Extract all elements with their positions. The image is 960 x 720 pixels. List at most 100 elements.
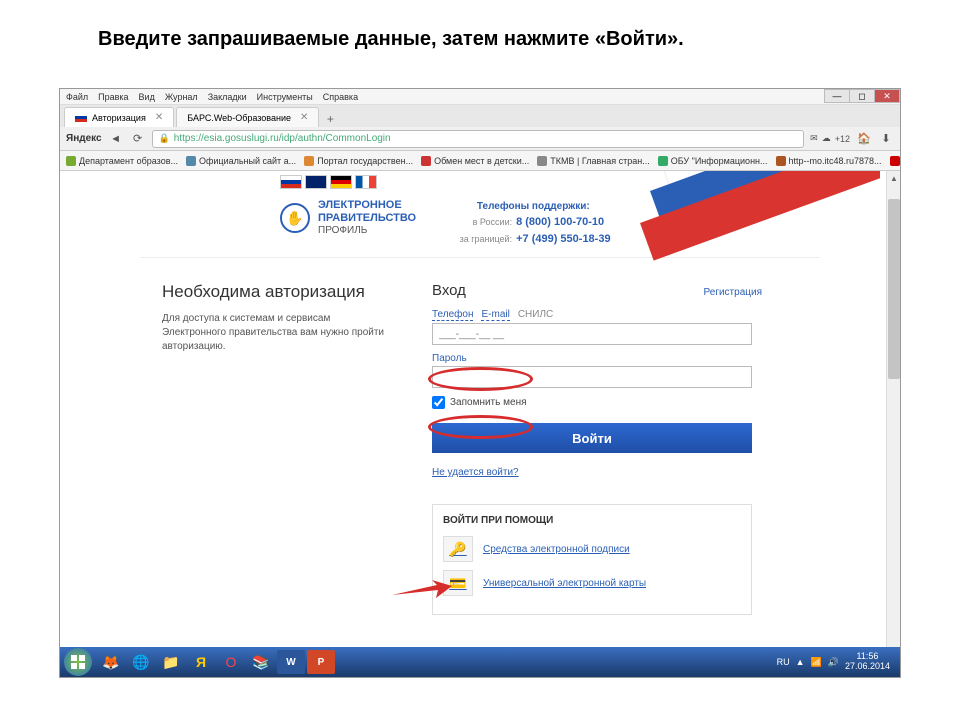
remember-input[interactable] (432, 396, 445, 409)
lang-de[interactable] (330, 175, 352, 189)
opera-icon[interactable]: O (217, 650, 245, 674)
password-label: Пароль (432, 353, 762, 364)
winrar-icon[interactable]: 📚 (247, 650, 275, 674)
alt-title: ВОЙТИ ПРИ ПОМОЩИ (443, 515, 741, 526)
bookmark-item[interactable]: http--mo.itc48.ru7878... (776, 156, 882, 166)
bookmark-icon (421, 156, 431, 166)
tray-clock[interactable]: 11:56 27.06.2014 (845, 652, 890, 672)
system-tray: RU ▲ 📶 🔊 11:56 27.06.2014 (777, 652, 896, 672)
tab-close-icon[interactable]: ✕ (155, 112, 163, 123)
explorer-icon[interactable]: 📁 (157, 650, 185, 674)
tab-authorization[interactable]: Авторизация ✕ (64, 107, 174, 127)
phones-title: Телефоны поддержки: (456, 199, 610, 214)
word-icon[interactable]: W (277, 650, 305, 674)
weather-widget[interactable]: ✉ ☁ +12 (810, 133, 850, 144)
url-input[interactable]: 🔒 https://esia.gosuslugi.ru/idp/authn/Co… (152, 130, 805, 148)
alt-login-panel: ВОЙТИ ПРИ ПОМОЩИ 🔑 Средства электронной … (432, 504, 752, 615)
bookmark-icon (186, 156, 196, 166)
menu-file[interactable]: Файл (66, 92, 88, 102)
back-button[interactable]: ◄ (108, 131, 124, 147)
firefox-icon[interactable]: 🦊 (97, 650, 125, 674)
flag-ru-icon (75, 113, 87, 122)
page-content: ✋ ЭЛЕКТРОННОЕ ПРАВИТЕЛЬСТВО ПРОФИЛЬ Теле… (60, 171, 900, 677)
browser-tabs: Авторизация ✕ БАРС.Web-Образование ✕ + (60, 105, 900, 127)
bookmark-icon (890, 156, 900, 166)
bookmark-item[interactable]: Обмен мест в детски... (421, 156, 529, 166)
powerpoint-icon[interactable]: P (307, 650, 335, 674)
alt-item-card[interactable]: 💳 Универсальной электронной карты (443, 570, 741, 596)
login-title: Вход (432, 282, 466, 299)
bookmark-icon (537, 156, 547, 166)
auth-title: Необходима авторизация (162, 282, 392, 302)
remember-checkbox[interactable]: Запомнить меня (432, 396, 762, 409)
logo-line1: ЭЛЕКТРОННОЕ (318, 199, 402, 211)
tray-lang[interactable]: RU (777, 657, 790, 667)
menu-tools[interactable]: Инструменты (257, 92, 313, 102)
bookmark-icon (658, 156, 668, 166)
tray-sound-icon[interactable]: 🔊 (828, 657, 839, 668)
lang-fr[interactable] (355, 175, 377, 189)
red-arrow-annotation (392, 580, 452, 600)
new-tab-button[interactable]: + (321, 111, 339, 127)
bookmark-item[interactable]: Департамент образов... (66, 156, 178, 166)
yandex-label[interactable]: Яндекс (66, 133, 102, 144)
maximize-button[interactable]: ◻ (849, 89, 875, 103)
window-controls: — ◻ ✕ (825, 89, 900, 105)
bookmark-item[interactable]: Официальный сайт а... (186, 156, 296, 166)
url-text: https://esia.gosuslugi.ru/idp/authn/Comm… (174, 133, 391, 144)
register-link[interactable]: Регистрация (704, 287, 762, 298)
auth-desc: Для доступа к системам и сервисам Электр… (162, 312, 392, 354)
bookmarks-bar: Департамент образов... Официальный сайт … (60, 151, 900, 171)
tab-email[interactable]: E-mail (481, 309, 509, 321)
login-button[interactable]: Войти (432, 423, 752, 453)
logo-line3: ПРОФИЛЬ (318, 225, 367, 236)
cant-login-link[interactable]: Не удается войти? (432, 467, 519, 478)
bookmark-item[interactable]: Портал государствен... (304, 156, 413, 166)
lang-ru[interactable] (280, 175, 302, 189)
addressbar: Яндекс ◄ ⟳ 🔒 https://esia.gosuslugi.ru/i… (60, 127, 900, 151)
bookmark-icon (776, 156, 786, 166)
tray-arrow-icon[interactable]: ▲ (796, 657, 805, 667)
scroll-up-icon[interactable]: ▲ (887, 171, 901, 185)
main-content: Необходима авторизация Для доступа к сис… (140, 258, 820, 615)
login-form: Вход Регистрация Телефон E-mail СНИЛС Па… (432, 282, 762, 615)
cloud-icon: ☁ (822, 133, 831, 144)
reload-button[interactable]: ⟳ (130, 131, 146, 147)
taskbar: 🦊 🌐 📁 Я O 📚 W P RU ▲ 📶 🔊 11:56 27.06.201… (60, 647, 900, 677)
tab-phone[interactable]: Телефон (432, 309, 473, 321)
lang-en[interactable] (305, 175, 327, 189)
support-phones: Телефоны поддержки: в России:8 (800) 100… (456, 199, 610, 247)
menu-view[interactable]: Вид (139, 92, 155, 102)
bookmark-icon (304, 156, 314, 166)
tab-label: БАРС.Web-Образование (187, 113, 291, 123)
minimize-button[interactable]: — (824, 89, 850, 103)
tab-close-icon[interactable]: ✕ (300, 112, 308, 123)
bookmark-item[interactable]: YouTube (890, 156, 900, 166)
menu-edit[interactable]: Правка (98, 92, 128, 102)
menu-help[interactable]: Справка (323, 92, 358, 102)
tray-network-icon[interactable]: 📶 (811, 657, 822, 668)
mail-icon: ✉ (810, 133, 818, 144)
phone-input[interactable] (432, 323, 752, 345)
start-button[interactable] (64, 648, 92, 676)
tab-snils[interactable]: СНИЛС (518, 309, 553, 321)
bookmark-item[interactable]: ОБУ "Информационн... (658, 156, 768, 166)
home-button[interactable]: 🏠 (856, 131, 872, 147)
download-icon[interactable]: ⬇ (878, 131, 894, 147)
logo-icon: ✋ (280, 203, 310, 233)
alt-item-eds[interactable]: 🔑 Средства электронной подписи (443, 536, 741, 562)
instruction-text: Введите запрашиваемые данные, затем нажм… (0, 0, 960, 51)
close-button[interactable]: ✕ (874, 89, 900, 103)
menubar: Файл Правка Вид Журнал Закладки Инструме… (60, 89, 900, 105)
password-input[interactable] (432, 366, 752, 388)
flag-ribbon-decoration (620, 171, 880, 291)
bookmark-icon (66, 156, 76, 166)
menu-history[interactable]: Журнал (165, 92, 198, 102)
tab-bars[interactable]: БАРС.Web-Образование ✕ (176, 107, 319, 127)
scrollbar[interactable]: ▲ (886, 171, 900, 677)
bookmark-item[interactable]: ТКМВ | Главная стран... (537, 156, 649, 166)
yandex-icon[interactable]: Я (187, 650, 215, 674)
menu-bookmarks[interactable]: Закладки (208, 92, 247, 102)
scroll-thumb[interactable] (888, 199, 900, 379)
chrome-icon[interactable]: 🌐 (127, 650, 155, 674)
